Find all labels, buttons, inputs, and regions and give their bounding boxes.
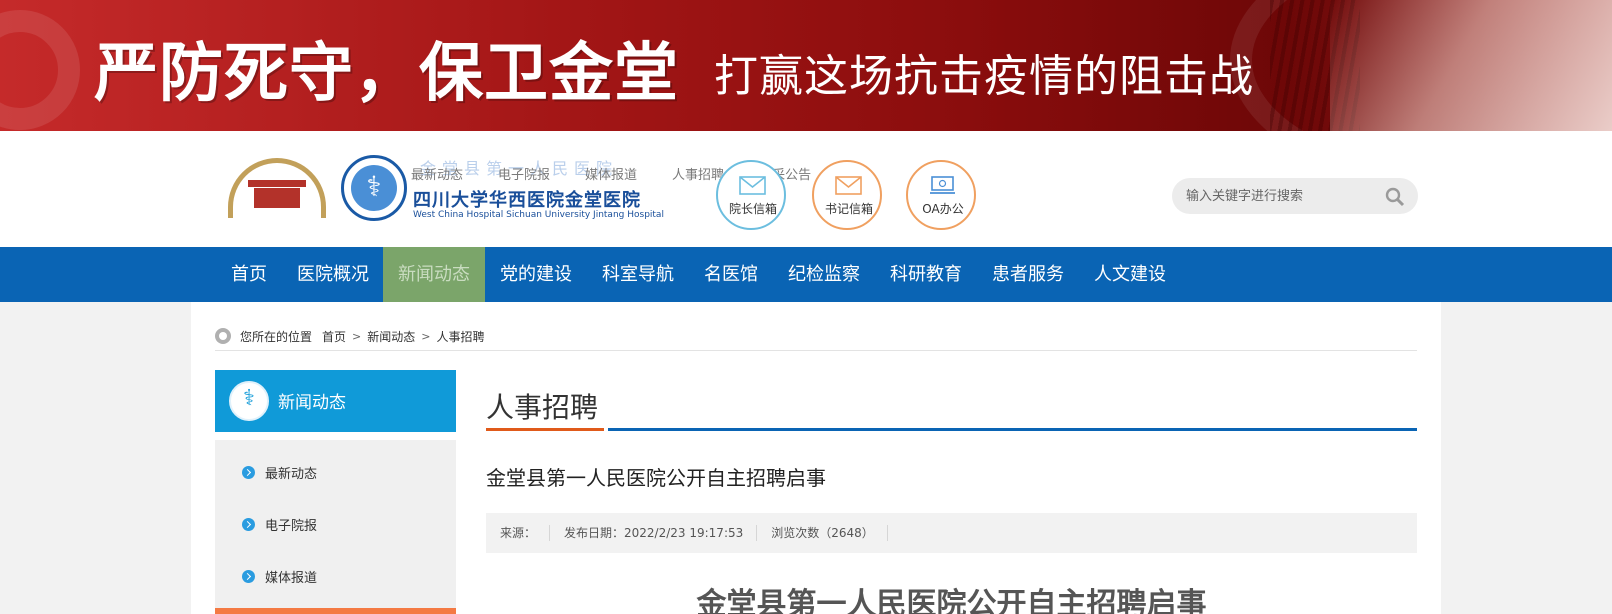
banner-decoration bbox=[0, 10, 80, 130]
top-link-epaper[interactable]: 电子院报 bbox=[498, 164, 550, 183]
sidebar-header: 新闻动态 bbox=[215, 370, 456, 432]
article-title: 金堂县第一人民医院公开自主招聘启事 bbox=[486, 466, 826, 490]
hospital-emblem-icon bbox=[229, 381, 269, 421]
top-link-hr[interactable]: 人事招聘 bbox=[672, 164, 724, 183]
president-mailbox-button[interactable]: 院长信箱 bbox=[716, 160, 786, 230]
secretary-mailbox-label: 书记信箱 bbox=[824, 202, 873, 216]
sidebar-item-latest[interactable]: 最新动态 bbox=[215, 446, 456, 498]
hospital-name-en: West China Hospital Sichuan University J… bbox=[413, 210, 664, 220]
emblem-inner bbox=[351, 165, 397, 211]
top-banner: 严防死守，保卫金堂 打赢这场抗击疫情的阻击战 bbox=[0, 0, 1612, 131]
secretary-mailbox-button[interactable]: 书记信箱 bbox=[812, 160, 882, 230]
sidebar-item-label: 最新动态 bbox=[265, 466, 318, 482]
mail-icon bbox=[835, 176, 862, 195]
nav-item-doctors[interactable]: 名医馆 bbox=[689, 247, 773, 302]
nav-item-party[interactable]: 党的建设 bbox=[485, 247, 587, 302]
breadcrumb-news[interactable]: 新闻动态 bbox=[367, 328, 415, 345]
oa-office-button[interactable]: OA办公 bbox=[906, 160, 976, 230]
sidebar-item-media[interactable]: 媒体报道 bbox=[215, 550, 456, 602]
computer-icon bbox=[930, 176, 955, 194]
nav-item-culture[interactable]: 人文建设 bbox=[1079, 247, 1181, 302]
banner-main-text: 严防死守，保卫金堂 bbox=[94, 37, 679, 111]
nav-item-discipline[interactable]: 纪检监察 bbox=[773, 247, 875, 302]
oa-office-label: OA办公 bbox=[922, 202, 964, 216]
article-source: 来源： bbox=[486, 525, 551, 541]
main-navigation: 首页 医院概况 新闻动态 党的建设 科室导航 名医馆 纪检监察 科研教育 患者服… bbox=[0, 247, 1612, 302]
sidebar-item-epaper[interactable]: 电子院报 bbox=[215, 498, 456, 550]
article-date: 发布日期：2022/2/23 19:17:53 bbox=[550, 525, 758, 541]
section-underline-accent bbox=[486, 428, 604, 431]
mail-icon bbox=[739, 176, 766, 195]
breadcrumb: 您所在的位置 首页 > 新闻动态 > 人事招聘 bbox=[215, 326, 485, 346]
hospital-emblem-icon[interactable] bbox=[341, 155, 407, 221]
section-title: 人事招聘 bbox=[486, 391, 599, 424]
sidebar-item-label: 媒体报道 bbox=[265, 570, 318, 586]
sidebar-menu: 最新动态 电子院报 媒体报道 bbox=[215, 440, 456, 614]
banner-photo bbox=[1330, 0, 1612, 131]
president-mailbox-label: 院长信箱 bbox=[728, 202, 777, 216]
sidebar-item-label: 电子院报 bbox=[265, 518, 318, 534]
breadcrumb-prefix: 您所在的位置 bbox=[240, 329, 313, 344]
location-icon bbox=[215, 328, 231, 344]
alliance-logo[interactable] bbox=[222, 156, 334, 224]
nav-item-home[interactable]: 首页 bbox=[215, 247, 283, 302]
breadcrumb-home[interactable]: 首页 bbox=[322, 328, 346, 345]
nav-item-patient-service[interactable]: 患者服务 bbox=[977, 247, 1079, 302]
search-input[interactable] bbox=[1186, 187, 1381, 205]
site-header: 金堂县第一人民医院 四川大学华西医院金堂医院 West China Hospit… bbox=[0, 131, 1612, 247]
search-box bbox=[1172, 178, 1418, 214]
search-icon[interactable] bbox=[1384, 186, 1406, 208]
top-link-media[interactable]: 媒体报道 bbox=[585, 164, 637, 183]
breadcrumb-separator: > bbox=[352, 329, 362, 343]
nav-item-departments[interactable]: 科室导航 bbox=[587, 247, 689, 302]
breadcrumb-current[interactable]: 人事招聘 bbox=[436, 328, 484, 345]
chevron-right-icon bbox=[242, 465, 255, 479]
logo-gate bbox=[248, 180, 306, 208]
hospital-name-cn: 四川大学华西医院金堂医院 bbox=[413, 190, 641, 211]
banner-sub-text: 打赢这场抗击疫情的阻击战 bbox=[714, 51, 1254, 102]
breadcrumb-separator: > bbox=[421, 329, 431, 343]
nav-item-news[interactable]: 新闻动态 bbox=[383, 247, 485, 302]
chevron-right-icon bbox=[242, 517, 255, 531]
article-heading: 金堂县第一人民医院公开自主招聘启事 bbox=[696, 587, 1207, 614]
article-views: 浏览次数（2648） bbox=[757, 525, 888, 541]
sidebar-title: 新闻动态 bbox=[278, 393, 346, 413]
sidebar-item-active[interactable] bbox=[215, 608, 456, 614]
section-underline bbox=[608, 428, 1417, 431]
nav-item-overview[interactable]: 医院概况 bbox=[283, 247, 383, 302]
content-area: 您所在的位置 首页 > 新闻动态 > 人事招聘 新闻动态 最新动态 电子院报 媒… bbox=[191, 302, 1441, 614]
top-link-latest[interactable]: 最新动态 bbox=[411, 164, 463, 183]
breadcrumb-divider bbox=[215, 350, 1417, 351]
chevron-right-icon bbox=[242, 569, 255, 583]
nav-item-research[interactable]: 科研教育 bbox=[875, 247, 977, 302]
article-meta: 来源： 发布日期：2022/2/23 19:17:53 浏览次数（2648） bbox=[486, 513, 1417, 553]
